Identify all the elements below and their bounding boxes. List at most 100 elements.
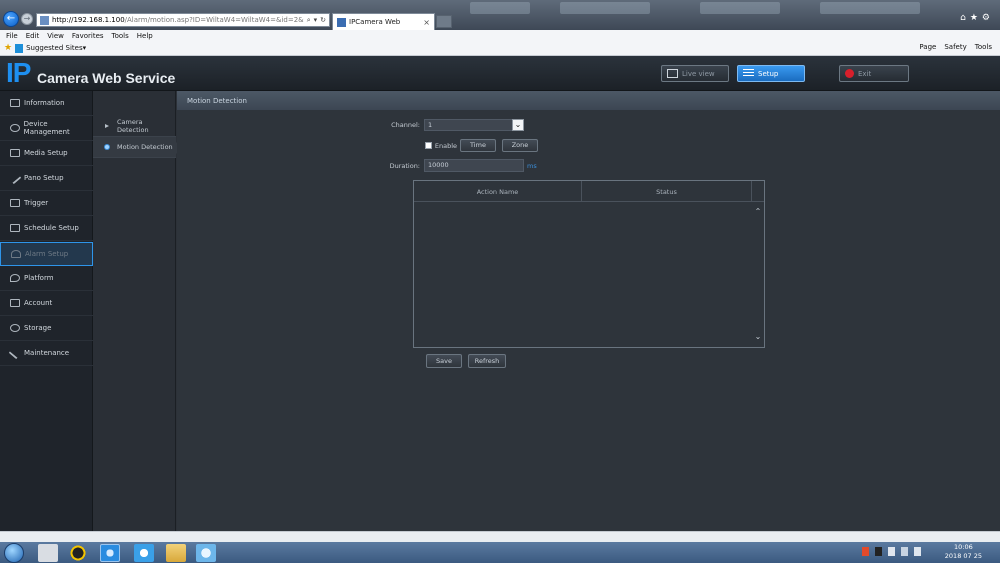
menu-favorites[interactable]: Favorites xyxy=(72,32,104,40)
tray-network-icon[interactable] xyxy=(888,547,895,556)
tools-menu[interactable]: Tools xyxy=(975,43,992,51)
favorites-bar: ★ Suggested Sites ▾ Page Safety Tools xyxy=(0,41,1000,56)
address-bar[interactable]: http://192.168.1.100/Alarm/motion.asp?ID… xyxy=(36,13,330,27)
subnav-motion-detection[interactable]: Motion Detection xyxy=(93,136,182,158)
folder-icon[interactable] xyxy=(166,544,186,562)
sidebar-item-information[interactable]: Information xyxy=(0,91,93,116)
menu-file[interactable]: File xyxy=(6,32,18,40)
duration-label: Duration: xyxy=(389,162,420,170)
tools-icon xyxy=(8,346,22,360)
menu-view[interactable]: View xyxy=(47,32,64,40)
monitor-icon xyxy=(10,99,20,107)
menu-help[interactable]: Help xyxy=(137,32,153,40)
live-view-button[interactable]: Live view xyxy=(661,65,729,82)
search-icon[interactable]: ⌕ xyxy=(307,16,311,25)
suggested-sites-link[interactable]: Suggested Sites xyxy=(26,44,83,52)
settings-gear-icon[interactable]: ⚙ xyxy=(982,13,994,23)
table-scrollbar[interactable]: ⌃ ⌄ xyxy=(752,202,764,347)
browser-tab[interactable]: IPCamera Web × xyxy=(332,13,435,30)
refresh-button[interactable]: Refresh xyxy=(468,354,506,368)
favorites-star-icon[interactable]: ★ xyxy=(970,13,982,23)
zone-button[interactable]: Zone xyxy=(502,139,538,152)
menu-edit[interactable]: Edit xyxy=(26,32,40,40)
sidebar-item-account[interactable]: Account xyxy=(0,291,93,316)
chevron-down-icon[interactable]: ⌄ xyxy=(512,119,524,131)
scroll-down-icon[interactable]: ⌄ xyxy=(754,333,762,341)
refresh-icon[interactable]: ↻ xyxy=(320,16,326,24)
setup-button[interactable]: Setup xyxy=(737,65,805,82)
duration-input[interactable]: 10000 xyxy=(424,159,524,172)
sidebar-item-maintenance[interactable]: Maintenance xyxy=(0,341,93,366)
exit-button[interactable]: Exit xyxy=(839,65,909,82)
blurred-background xyxy=(560,2,650,14)
wrench-icon xyxy=(8,171,22,185)
tray-flag-icon[interactable] xyxy=(901,547,908,556)
logo-ip: IP xyxy=(6,57,31,88)
blurred-background xyxy=(820,2,920,14)
new-tab-button[interactable] xyxy=(436,15,452,28)
menu-tools[interactable]: Tools xyxy=(112,32,129,40)
start-button[interactable] xyxy=(4,543,24,563)
browser-status-strip xyxy=(0,531,1000,542)
sidebar-item-storage[interactable]: Storage xyxy=(0,316,93,341)
blurred-background xyxy=(470,2,530,14)
list-icon xyxy=(743,69,754,78)
live-view-label: Live view xyxy=(682,69,715,78)
trigger-icon xyxy=(10,199,20,207)
calculator-icon[interactable] xyxy=(38,544,58,562)
radio-bullet-icon xyxy=(105,145,109,149)
column-header-action-name: Action Name xyxy=(414,181,582,202)
subnav-camera-detection[interactable]: Camera Detection xyxy=(93,115,176,137)
monitor-icon xyxy=(667,69,678,78)
disk-icon xyxy=(10,324,20,332)
tray-qq-icon[interactable] xyxy=(875,547,882,556)
sidebar-item-pano-setup[interactable]: Pano Setup xyxy=(0,166,93,191)
sidebar-item-trigger[interactable]: Trigger xyxy=(0,191,93,216)
safety-menu[interactable]: Safety xyxy=(944,43,966,51)
duration-unit: ms xyxy=(527,162,537,170)
column-header-status: Status xyxy=(582,181,752,202)
menu-bar: File Edit View Favorites Tools Help xyxy=(0,30,1000,41)
chevron-down-icon[interactable]: ▾ xyxy=(83,44,87,52)
exit-label: Exit xyxy=(858,69,872,78)
clock-date: 2018 07 25 xyxy=(944,552,982,560)
save-button[interactable]: Save xyxy=(426,354,462,368)
dropdown-icon[interactable]: ▾ xyxy=(314,16,318,24)
enable-checkbox[interactable] xyxy=(425,142,432,149)
page-title: Motion Detection xyxy=(177,91,1000,110)
sidebar-item-media-setup[interactable]: Media Setup xyxy=(0,141,93,166)
account-icon xyxy=(10,299,20,307)
sidebar-item-alarm-setup[interactable]: Alarm Setup xyxy=(0,242,93,266)
tray-app-icon[interactable] xyxy=(862,547,869,556)
clock-time: 10:06 xyxy=(954,543,973,551)
power-icon xyxy=(845,69,854,78)
time-button[interactable]: Time xyxy=(460,139,496,152)
table-header: Action Name Status xyxy=(414,181,764,202)
sidebar-item-schedule-setup[interactable]: Schedule Setup xyxy=(0,216,93,241)
app-icon[interactable] xyxy=(196,544,216,562)
tab-favicon xyxy=(337,17,346,27)
url-text: http://192.168.1.100/Alarm/motion.asp?ID… xyxy=(52,16,304,24)
qq-icon[interactable] xyxy=(68,544,88,562)
browser-corner-icons[interactable]: ⌂★⚙ xyxy=(960,13,994,23)
channel-select[interactable]: 1 ⌄ xyxy=(424,119,524,131)
home-icon[interactable]: ⌂ xyxy=(960,13,970,23)
sidebar-item-device-management[interactable]: Device Management xyxy=(0,116,93,141)
forward-button[interactable]: → xyxy=(21,13,33,25)
taskbar-clock[interactable]: 10:06 2018 07 25 xyxy=(945,543,982,561)
page-menu[interactable]: Page xyxy=(919,43,936,51)
enable-label: Enable xyxy=(434,142,457,150)
back-button[interactable]: ← xyxy=(3,11,19,27)
scroll-up-icon[interactable]: ⌃ xyxy=(754,208,762,216)
sidebar-item-platform[interactable]: Platform xyxy=(0,266,93,291)
close-tab-icon[interactable]: × xyxy=(423,18,430,27)
taskbar: 10:06 2018 07 25 xyxy=(0,542,1000,563)
browser-icon[interactable] xyxy=(134,544,154,562)
app-header: IP Camera Web Service Live view Setup Ex… xyxy=(0,56,1000,91)
sidebar: Information Device Management Media Setu… xyxy=(0,91,93,531)
internet-explorer-icon[interactable] xyxy=(100,544,120,562)
browser-titlebar: ← → http://192.168.1.100/Alarm/motion.as… xyxy=(0,0,1000,30)
main-content: Motion Detection Channel: 1 ⌄ Enable Tim… xyxy=(177,91,1000,531)
tray-volume-icon[interactable] xyxy=(914,547,921,556)
favorites-star-icon[interactable]: ★ xyxy=(4,43,12,53)
